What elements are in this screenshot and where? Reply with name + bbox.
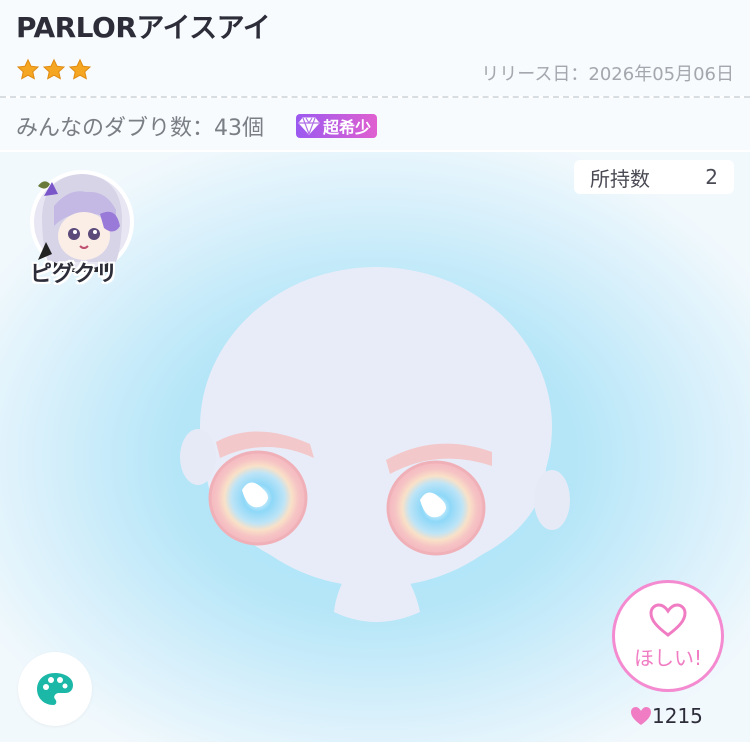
heart-outline-icon xyxy=(649,602,687,637)
rarity-label: 超希少 xyxy=(323,118,372,137)
rating-stars xyxy=(16,58,92,82)
like-count: 1215 xyxy=(630,704,703,728)
like-count-value: 1215 xyxy=(652,704,703,728)
star-icon xyxy=(68,58,92,80)
owned-count-box: 所持数 2 xyxy=(574,160,734,194)
release-date: リリース日：2026年05月06日 xyxy=(481,64,734,85)
duplicate-count: みんなのダブり数：43個 xyxy=(16,116,264,141)
owned-count: 2 xyxy=(705,165,718,189)
head-eyes-illustration xyxy=(180,267,570,622)
diamond-icon xyxy=(298,117,320,135)
want-label: ほしい! xyxy=(633,645,703,670)
heart-icon xyxy=(631,707,651,725)
creator-name: ピグクリ xyxy=(30,262,118,287)
star-icon xyxy=(42,58,66,80)
palette-button[interactable] xyxy=(18,652,92,726)
item-title: PARLORアイスアイ xyxy=(16,11,271,44)
star-icon xyxy=(16,58,40,80)
palette-icon xyxy=(37,673,73,705)
owned-label: 所持数 xyxy=(590,166,650,191)
rarity-badge: 超希少 xyxy=(296,114,378,138)
want-button[interactable]: ほしい! xyxy=(612,580,724,692)
